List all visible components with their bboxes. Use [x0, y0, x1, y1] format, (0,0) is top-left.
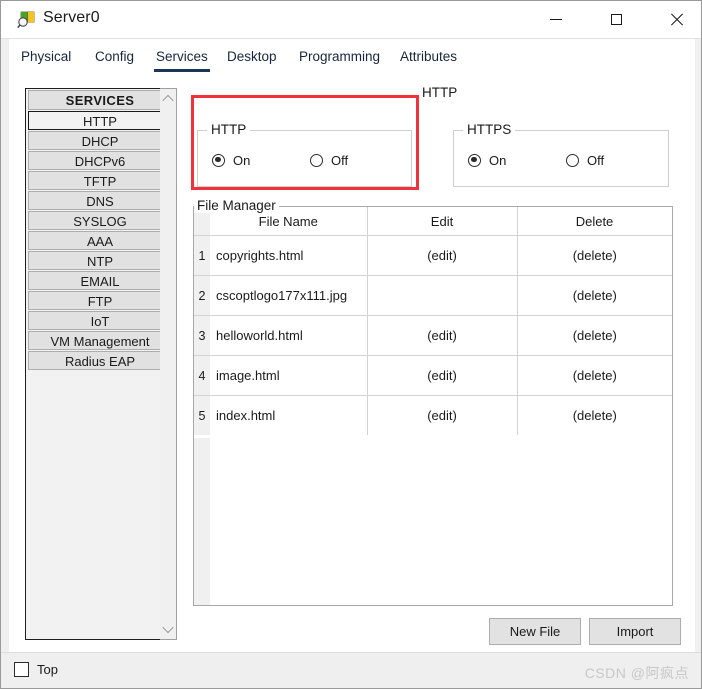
http-settings-panel: HTTP On Off HTTPS On Off HTTP File Manag…	[185, 85, 681, 645]
checkbox-icon	[14, 662, 29, 677]
edit-link[interactable]: (edit)	[367, 235, 518, 276]
server-package-icon	[17, 11, 35, 29]
https-groupbox-title: HTTPS	[463, 122, 516, 137]
chevron-up-icon[interactable]	[160, 91, 175, 107]
table-row: 3 helloworld.html (edit) (delete)	[194, 315, 672, 356]
file-name: cscoptlogo177x111.jpg	[210, 275, 368, 316]
https-off-radio[interactable]: Off	[566, 150, 604, 170]
tab-bar: Physical Config Services Desktop Program…	[9, 39, 695, 75]
import-button[interactable]: Import	[589, 618, 681, 645]
minimize-icon	[550, 19, 562, 20]
radio-dot-icon	[310, 153, 323, 167]
content-pane: SERVICES HTTP DHCP DHCPv6 TFTP DNS SYSLO…	[9, 75, 695, 653]
sidebar-item-dns[interactable]: DNS	[28, 191, 172, 210]
sidebar-item-dhcp[interactable]: DHCP	[28, 131, 172, 150]
tab-programming[interactable]: Programming	[297, 45, 382, 73]
http-on-label: On	[233, 152, 251, 168]
delete-link[interactable]: (delete)	[517, 235, 672, 276]
file-name: copyrights.html	[210, 235, 368, 276]
file-name: index.html	[210, 395, 368, 435]
delete-link[interactable]: (delete)	[517, 315, 672, 356]
new-file-button[interactable]: New File	[489, 618, 581, 645]
file-name: image.html	[210, 355, 368, 396]
delete-link[interactable]: (delete)	[517, 395, 672, 435]
column-header-edit: Edit	[367, 207, 518, 236]
sidebar-item-syslog[interactable]: SYSLOG	[28, 211, 172, 230]
sidebar-item-ftp[interactable]: FTP	[28, 291, 172, 310]
http-radio-row: On Off	[198, 150, 411, 172]
http-off-label: Off	[331, 152, 349, 168]
https-on-radio[interactable]: On	[468, 150, 506, 170]
tab-config[interactable]: Config	[93, 45, 136, 73]
services-list-header: SERVICES	[28, 90, 172, 110]
sidebar-item-iot[interactable]: IoT	[28, 311, 172, 330]
close-icon	[670, 13, 683, 26]
services-scrollbar[interactable]	[160, 88, 177, 640]
close-button[interactable]	[653, 1, 699, 38]
table-row: 1 copyrights.html (edit) (delete)	[194, 235, 672, 276]
row-number: 4	[194, 355, 210, 396]
row-number: 3	[194, 315, 210, 356]
watermark: CSDN @阿疯点	[584, 665, 689, 681]
https-groupbox: HTTPS On Off	[453, 122, 669, 187]
sidebar-item-aaa[interactable]: AAA	[28, 231, 172, 250]
edit-link[interactable]: (edit)	[367, 395, 518, 435]
top-checkbox-label: Top	[37, 662, 58, 677]
top-checkbox[interactable]: Top	[14, 662, 58, 677]
services-list: SERVICES HTTP DHCP DHCPv6 TFTP DNS SYSLO…	[25, 88, 175, 640]
edit-link[interactable]: (edit)	[367, 355, 518, 396]
sidebar-item-email[interactable]: EMAIL	[28, 271, 172, 290]
table-row: 4 image.html (edit) (delete)	[194, 355, 672, 396]
row-number: 1	[194, 235, 210, 276]
annotation-label: HTTP	[422, 85, 458, 100]
window-title: Server0	[43, 9, 100, 26]
table-row: 2 cscoptlogo177x111.jpg (delete)	[194, 275, 672, 316]
edit-link[interactable]: (edit)	[367, 315, 518, 356]
sidebar-item-vm-management[interactable]: VM Management	[28, 331, 172, 350]
row-number: 5	[194, 395, 210, 435]
file-name: helloworld.html	[210, 315, 368, 356]
tab-services[interactable]: Services	[154, 45, 210, 73]
server-properties-window: Server0 Physical Config Services Desktop…	[0, 0, 702, 689]
sidebar-item-ntp[interactable]: NTP	[28, 251, 172, 270]
table-row: 5 index.html (edit) (delete)	[194, 395, 672, 435]
status-bar: Top CSDN @阿疯点	[1, 652, 701, 688]
radio-dot-icon	[566, 153, 579, 167]
delete-link[interactable]: (delete)	[517, 275, 672, 316]
https-radio-row: On Off	[454, 150, 668, 172]
sidebar-item-tftp[interactable]: TFTP	[28, 171, 172, 190]
tab-attributes[interactable]: Attributes	[398, 45, 459, 73]
maximize-icon	[610, 14, 622, 25]
delete-link[interactable]: (delete)	[517, 355, 672, 396]
file-manager-table-container: File Name Edit Delete 1 copyrights.html …	[193, 206, 673, 606]
sidebar-item-http[interactable]: HTTP	[28, 111, 172, 130]
http-off-radio[interactable]: Off	[310, 150, 348, 170]
https-on-label: On	[489, 152, 507, 168]
sidebar-item-dhcpv6[interactable]: DHCPv6	[28, 151, 172, 170]
tab-desktop[interactable]: Desktop	[225, 45, 279, 73]
chevron-down-icon[interactable]	[160, 621, 175, 637]
tab-physical[interactable]: Physical	[19, 45, 73, 73]
column-header-delete: Delete	[517, 207, 672, 236]
row-number: 2	[194, 275, 210, 316]
minimize-button[interactable]	[533, 1, 579, 38]
radio-dot-icon	[212, 153, 225, 167]
title-bar: Server0	[1, 1, 701, 39]
https-off-label: Off	[587, 152, 605, 168]
http-on-radio[interactable]: On	[212, 150, 250, 170]
maximize-button[interactable]	[593, 1, 639, 38]
http-groupbox: HTTP On Off	[197, 122, 412, 187]
http-groupbox-title: HTTP	[207, 122, 251, 137]
sidebar-item-radius-eap[interactable]: Radius EAP	[28, 351, 172, 370]
row-number-gutter-filler	[194, 438, 210, 605]
edit-link	[367, 275, 518, 316]
file-manager-title: File Manager	[194, 198, 279, 213]
file-manager-table: File Name Edit Delete 1 copyrights.html …	[194, 207, 672, 435]
radio-dot-icon	[468, 153, 481, 167]
